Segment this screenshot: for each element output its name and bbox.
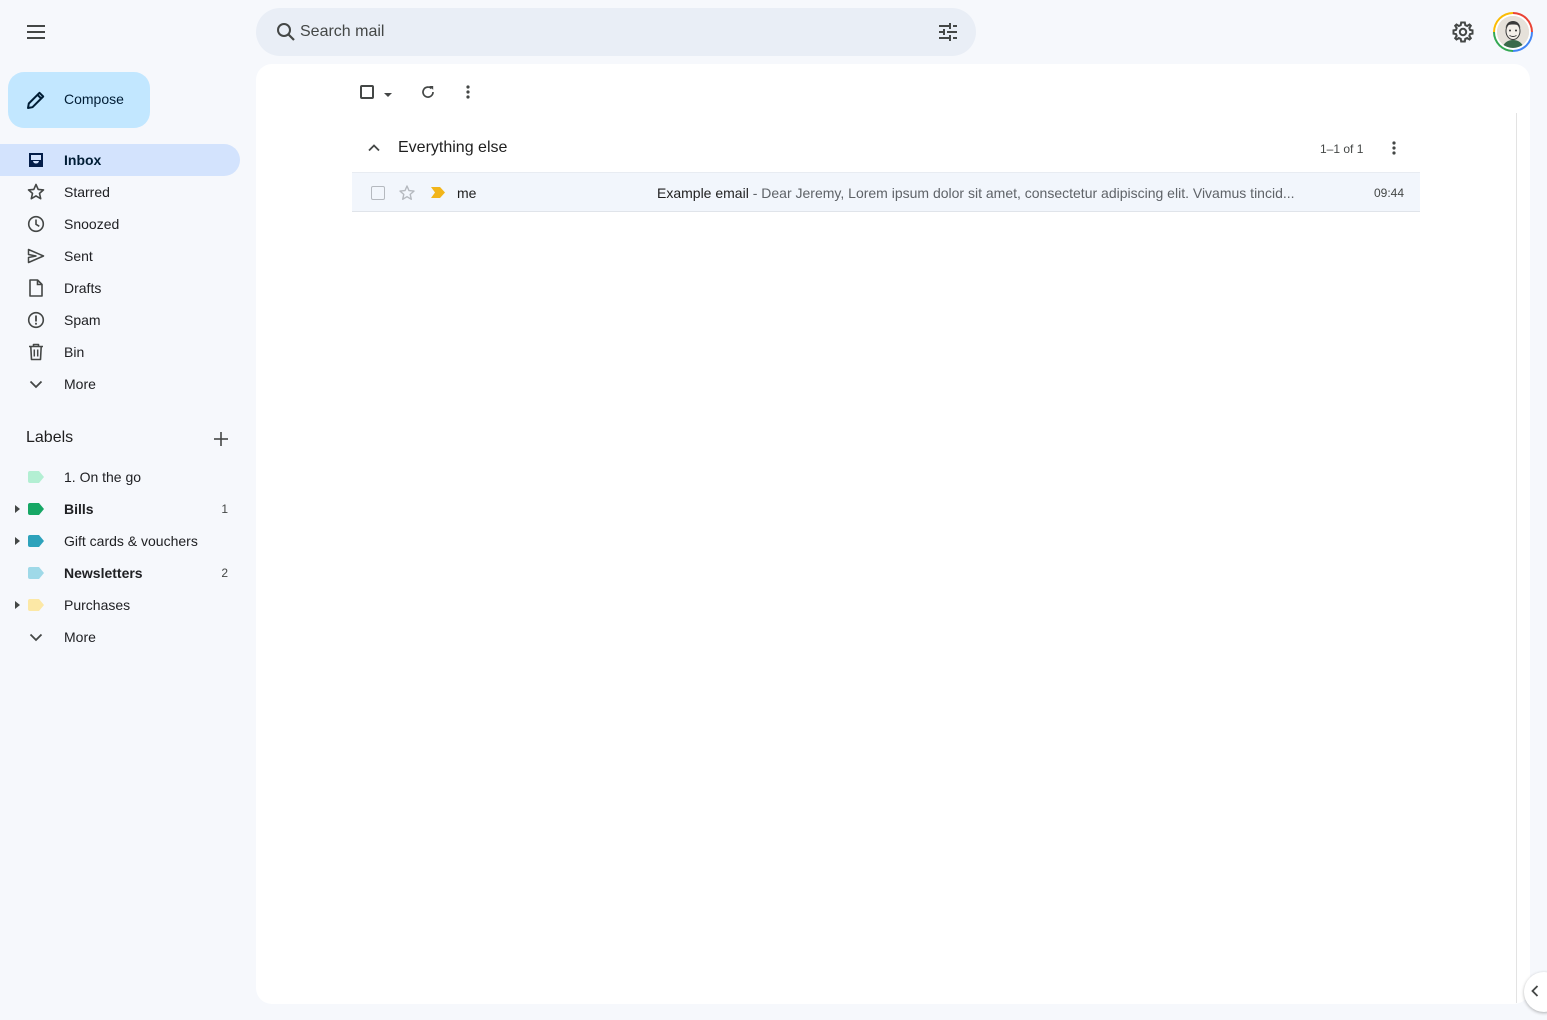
label-name: Newsletters — [64, 565, 143, 581]
email-snippet: Example email - Dear Jeremy, Lorem ipsum… — [657, 185, 1317, 201]
email-time: 09:44 — [1373, 186, 1404, 200]
email-sender: me — [457, 185, 477, 201]
refresh-icon — [422, 86, 434, 98]
sidebar-item-label: Sent — [64, 248, 93, 264]
more-vert-icon — [466, 85, 470, 99]
sidebar-item-inbox[interactable]: Inbox — [0, 144, 240, 176]
label-tag-icon — [28, 535, 44, 547]
sidebar-item-starred[interactable]: Starred — [0, 176, 240, 208]
sidebar-item-label: Snoozed — [64, 216, 120, 232]
sidebar-item-bin[interactable]: Bin — [0, 336, 240, 368]
sidebar-item-spam[interactable]: Spam — [0, 304, 240, 336]
send-icon — [26, 246, 46, 266]
label-name: 1. On the go — [64, 469, 142, 485]
plus-icon — [214, 432, 228, 446]
checkbox-icon — [360, 85, 374, 99]
main-panel: Everything else 1–1 of 1 me Example emai… — [256, 64, 1530, 1004]
chevron-down-icon — [26, 374, 46, 394]
label-tag-icon — [28, 567, 44, 579]
labels-header: Labels — [26, 428, 240, 450]
search-icon — [277, 23, 295, 41]
label-name: Gift cards & vouchers — [64, 533, 198, 549]
avatar-ring — [1495, 14, 1531, 50]
important-marker-icon[interactable] — [431, 187, 445, 198]
label-item-purchases[interactable]: Purchases — [0, 589, 240, 621]
unread-count: 1 — [221, 502, 228, 516]
pagination-count: 1–1 of 1 — [1320, 142, 1364, 156]
sidebar-item-snoozed[interactable]: Snoozed — [0, 208, 240, 240]
gear-icon — [1452, 21, 1474, 43]
label-tag-icon — [28, 599, 44, 611]
select-dropdown-caret[interactable] — [384, 93, 392, 97]
label-tag-icon — [28, 503, 44, 515]
spam-icon — [26, 310, 46, 330]
expand-arrow-icon[interactable] — [15, 537, 20, 545]
labels-more[interactable]: More — [0, 621, 240, 653]
chevron-down-icon — [26, 627, 46, 647]
sidebar-item-drafts[interactable]: Drafts — [0, 272, 240, 304]
clock-icon — [26, 214, 46, 234]
labels-more-label: More — [64, 629, 96, 645]
label-item-newsletters[interactable]: Newsletters 2 — [0, 557, 240, 589]
compose-button[interactable]: Compose — [8, 72, 150, 128]
star-icon[interactable] — [398, 184, 416, 202]
inbox-icon — [26, 150, 46, 170]
chevron-up-icon — [368, 144, 380, 152]
compose-label: Compose — [64, 91, 124, 107]
sidebar-nav: Inbox Starred Snoozed Sent Drafts Spam B… — [0, 144, 240, 400]
labels-title: Labels — [26, 429, 74, 446]
more-actions-button[interactable] — [454, 78, 482, 106]
tune-icon — [939, 23, 957, 41]
sidebar-item-label: Bin — [64, 344, 85, 360]
refresh-button[interactable] — [414, 78, 442, 106]
trash-icon — [26, 342, 46, 362]
sidebar-item-sent[interactable]: Sent — [0, 240, 240, 272]
label-item-gift-cards[interactable]: Gift cards & vouchers — [0, 525, 240, 557]
section-header: Everything else 1–1 of 1 — [352, 128, 1420, 168]
email-separator: - — [748, 185, 762, 201]
label-item-bills[interactable]: Bills 1 — [0, 493, 240, 525]
email-preview: Dear Jeremy, Lorem ipsum dolor sit amet,… — [761, 185, 1295, 201]
unread-count: 2 — [221, 566, 228, 580]
more-vert-icon — [1392, 141, 1396, 155]
pencil-icon — [27, 91, 45, 109]
email-subject: Example email — [657, 185, 749, 201]
hamburger-menu-icon — [27, 25, 45, 39]
draft-icon — [26, 278, 46, 298]
labels-list: 1. On the go Bills 1 Gift cards & vouche… — [0, 461, 240, 653]
sidebar-item-more[interactable]: More — [0, 368, 240, 400]
sidebar-item-label: More — [64, 376, 96, 392]
section-options-button[interactable] — [1382, 136, 1406, 160]
email-checkbox[interactable] — [371, 186, 385, 200]
label-tag-icon — [28, 471, 44, 483]
label-name: Bills — [64, 501, 94, 517]
account-avatar[interactable] — [1493, 12, 1533, 52]
star-icon — [26, 182, 46, 202]
scrollbar-track[interactable] — [1516, 113, 1517, 1003]
search-options-button[interactable] — [928, 12, 968, 52]
collapse-section-button[interactable] — [366, 140, 382, 156]
sidebar-item-label: Starred — [64, 184, 110, 200]
settings-button[interactable] — [1443, 12, 1483, 52]
email-row[interactable]: me Example email - Dear Jeremy, Lorem ip… — [352, 172, 1420, 212]
main-menu-button[interactable] — [16, 12, 56, 52]
label-name: Purchases — [64, 597, 131, 613]
chevron-left-icon — [1531, 985, 1539, 997]
search-input[interactable] — [300, 8, 900, 56]
sidebar-item-label: Spam — [64, 312, 101, 328]
sidebar-item-label: Drafts — [64, 280, 102, 296]
expand-arrow-icon[interactable] — [15, 505, 20, 513]
expand-arrow-icon[interactable] — [15, 601, 20, 609]
select-all-checkbox[interactable] — [360, 80, 380, 104]
avatar-image — [1497, 16, 1529, 48]
create-label-button[interactable] — [210, 428, 232, 450]
search-bar — [256, 8, 976, 56]
section-title: Everything else — [398, 139, 508, 156]
sidebar-item-label: Inbox — [64, 152, 102, 168]
label-item-on-the-go[interactable]: 1. On the go — [0, 461, 240, 493]
